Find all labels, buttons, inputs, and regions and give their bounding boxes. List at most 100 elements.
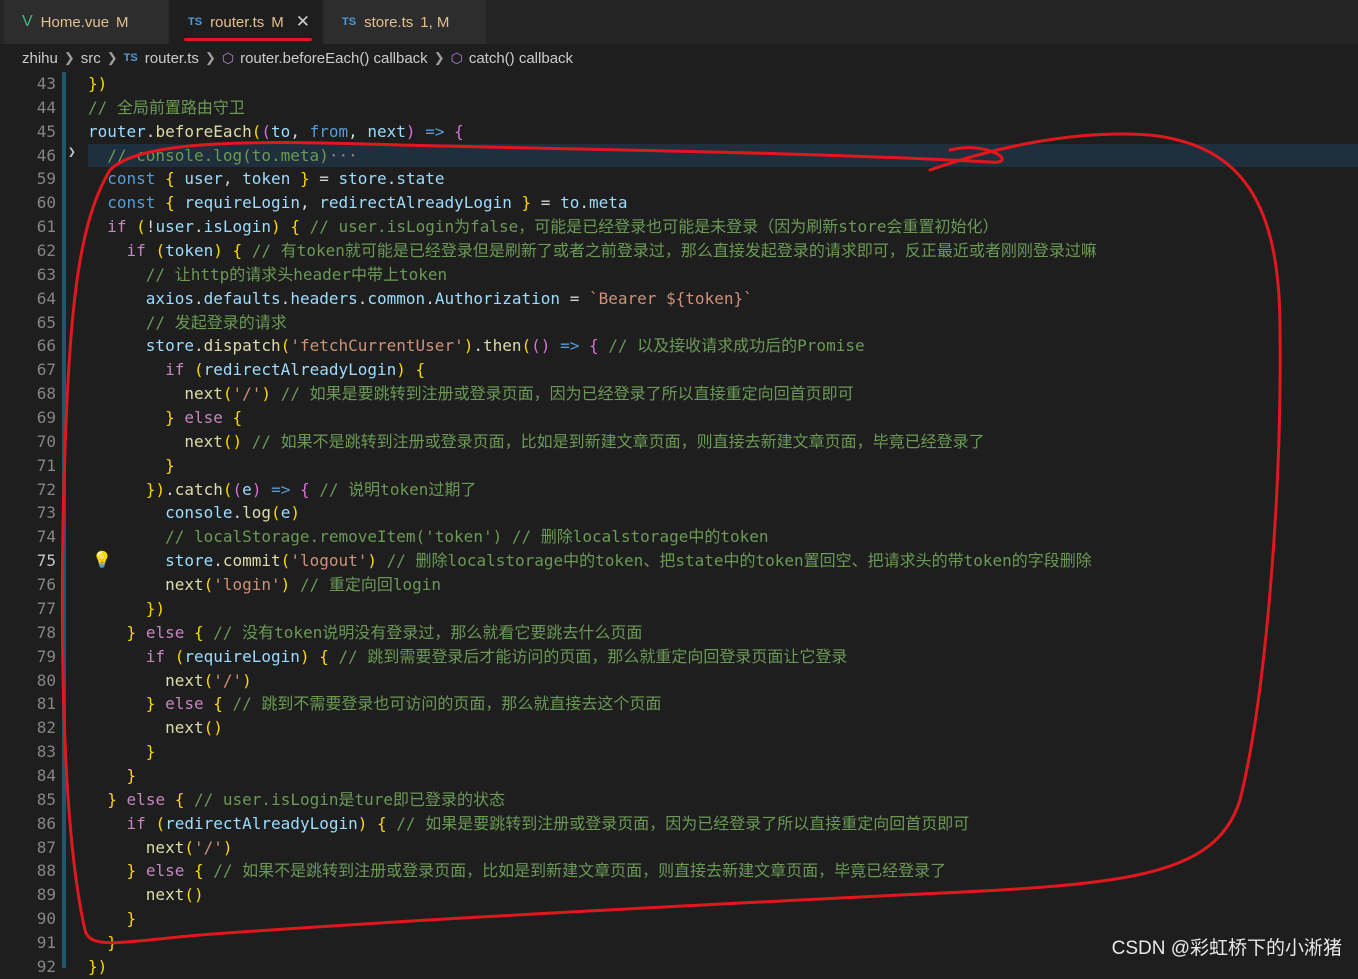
code-line[interactable]: 80 next('/') bbox=[0, 669, 1358, 693]
line-number: 43 bbox=[36, 74, 56, 93]
line-number: 84 bbox=[36, 765, 56, 785]
code-line[interactable]: 87 next('/') bbox=[0, 836, 1358, 860]
code-text: // localStorage.removeItem('token') // 删… bbox=[165, 527, 769, 547]
code-line[interactable]: 68 next('/') // 如果是要跳转到注册或登录页面，因为已经登录了所以… bbox=[0, 382, 1358, 406]
code-text: }) bbox=[145, 598, 166, 618]
code-text: axios.defaults.headers.common.Authorizat… bbox=[145, 288, 753, 308]
line-number: 71 bbox=[36, 455, 56, 475]
code-line[interactable]: 61 if (!user.isLogin) { // user.isLogin为… bbox=[0, 215, 1358, 239]
method-cube-icon: ⬡ bbox=[221, 49, 235, 66]
breadcrumb-symbol[interactable]: catch() callback bbox=[469, 50, 573, 67]
line-number: 61 bbox=[36, 217, 56, 237]
typescript-icon: TS bbox=[188, 16, 203, 28]
line-number: 45 bbox=[36, 121, 56, 141]
code-line[interactable]: 64 axios.defaults.headers.common.Authori… bbox=[0, 287, 1358, 311]
code-text: if (redirectAlreadyLogin) { // 如果是要跳转到注册… bbox=[126, 813, 970, 833]
code-line[interactable]: 89 next() bbox=[0, 883, 1358, 907]
code-line[interactable]: 46 // console.log(to.meta)··· bbox=[0, 143, 1358, 168]
line-number: 83 bbox=[36, 742, 56, 762]
code-line[interactable]: 70 next() // 如果不是跳转到注册或登录页面，比如是到新建文章页面，则… bbox=[0, 430, 1358, 454]
code-line[interactable]: 74 // localStorage.removeItem('token') /… bbox=[0, 525, 1358, 549]
code-line[interactable]: 66 store.dispatch('fetchCurrentUser').th… bbox=[0, 334, 1358, 358]
code-line[interactable]: 84 } bbox=[0, 764, 1358, 788]
code-text: } else { // 如果不是跳转到注册或登录页面，比如是到新建文章页面，则直… bbox=[126, 861, 947, 881]
line-number: 67 bbox=[36, 360, 56, 380]
tab-home-vue[interactable]: V Home.vue M bbox=[4, 0, 168, 44]
breadcrumb-src[interactable]: src bbox=[81, 50, 101, 67]
code-line[interactable]: 78 } else { // 没有token说明没有登录过，那么就看它要跳去什么… bbox=[0, 621, 1358, 645]
code-text: if (token) { // 有token就可能是已经登录但是刷新了或者之前登… bbox=[126, 241, 1097, 261]
tab-store-ts[interactable]: TS store.ts 1, M bbox=[324, 0, 486, 44]
code-line[interactable]: 79 if (requireLogin) { // 跳到需要登录后才能访问的页面… bbox=[0, 645, 1358, 669]
annotation-underline bbox=[184, 38, 312, 41]
lightbulb-icon[interactable]: 💡 bbox=[92, 550, 112, 569]
chevron-right-icon: ❯ bbox=[63, 50, 75, 65]
line-number: 74 bbox=[36, 527, 56, 547]
code-line[interactable]: 90 } bbox=[0, 907, 1358, 931]
breadcrumb-symbol[interactable]: router.beforeEach() callback bbox=[240, 50, 428, 67]
line-number: 46 bbox=[36, 145, 56, 165]
code-line[interactable]: 44 // 全局前置路由守卫 bbox=[0, 96, 1358, 120]
chevron-right-icon: ❯ bbox=[106, 50, 118, 65]
code-line[interactable]: 72 }).catch((e) => { // 说明token过期了 bbox=[0, 478, 1358, 502]
line-number: 60 bbox=[36, 193, 56, 213]
code-line[interactable]: 60 const { requireLogin, redirectAlready… bbox=[0, 191, 1358, 215]
code-line[interactable]: 73 console.log(e) bbox=[0, 501, 1358, 525]
code-text: }) bbox=[88, 74, 108, 93]
code-line[interactable]: 65 // 发起登录的请求 bbox=[0, 311, 1358, 335]
code-text: if (redirectAlreadyLogin) { bbox=[165, 360, 426, 380]
code-line[interactable]: 45 router.beforeEach((to, from, next) => … bbox=[0, 120, 1358, 144]
line-number: 80 bbox=[36, 670, 56, 690]
breadcrumb-file[interactable]: router.ts bbox=[145, 50, 199, 67]
code-editor[interactable]: 43}) 44// 全局前置路由守卫 45 router.beforeEach((to… bbox=[0, 72, 1358, 976]
code-line[interactable]: 71 } bbox=[0, 454, 1358, 478]
code-line[interactable]: 77 }) bbox=[0, 597, 1358, 621]
code-line[interactable]: 63 // 让http的请求头header中带上token bbox=[0, 263, 1358, 287]
modified-badge: M bbox=[116, 13, 129, 31]
code-line[interactable]: 43}) bbox=[0, 72, 1358, 96]
code-text: } bbox=[107, 932, 117, 952]
line-number: 75 bbox=[36, 551, 56, 571]
line-number: 89 bbox=[36, 885, 56, 905]
code-line[interactable]: 86 if (redirectAlreadyLogin) { // 如果是要跳转… bbox=[0, 812, 1358, 836]
code-text: // console.log(to.meta)··· bbox=[107, 145, 358, 165]
code-text: } bbox=[126, 909, 137, 929]
code-text: // 全局前置路由守卫 bbox=[88, 97, 245, 117]
code-text: // 发起登录的请求 bbox=[145, 312, 287, 332]
code-line[interactable]: 76 next('login') // 重定向回login bbox=[0, 573, 1358, 597]
code-text: next('login') // 重定向回login bbox=[165, 575, 442, 595]
code-line[interactable]: 83 } bbox=[0, 740, 1358, 764]
code-line[interactable]: 75 store.commit('logout') // 删除localstor… bbox=[0, 549, 1358, 573]
code-line[interactable]: 85 } else { // user.isLogin是ture即已登录的状态 bbox=[0, 788, 1358, 812]
modified-badge: M bbox=[271, 13, 284, 31]
line-number: 82 bbox=[36, 718, 56, 738]
tab-label: store.ts bbox=[364, 13, 414, 31]
code-line[interactable]: 62 if (token) { // 有token就可能是已经登录但是刷新了或者… bbox=[0, 239, 1358, 263]
code-line[interactable]: 88 } else { // 如果不是跳转到注册或登录页面，比如是到新建文章页面… bbox=[0, 859, 1358, 883]
code-line[interactable]: 69 } else { bbox=[0, 406, 1358, 430]
line-number: 86 bbox=[36, 813, 56, 833]
code-line[interactable]: 82 next() bbox=[0, 716, 1358, 740]
code-text: next('/') bbox=[165, 670, 252, 690]
code-text: store.commit('logout') // 删除localstorage… bbox=[165, 551, 1092, 571]
code-line[interactable]: 81 } else { // 跳到不需要登录也可访问的页面，那么就直接去这个页面 bbox=[0, 692, 1358, 716]
code-text: } else { // 跳到不需要登录也可访问的页面，那么就直接去这个页面 bbox=[145, 694, 662, 714]
line-number: 79 bbox=[36, 646, 56, 666]
code-text: const { user, token } = store.state bbox=[107, 169, 445, 189]
line-number: 73 bbox=[36, 503, 56, 523]
line-number: 44 bbox=[36, 97, 56, 117]
line-number: 69 bbox=[36, 408, 56, 428]
vue-icon: V bbox=[22, 13, 33, 30]
code-line[interactable]: 59 const { user, token } = store.state bbox=[0, 167, 1358, 191]
fold-chevron-icon[interactable]: ❯ bbox=[68, 145, 76, 160]
breadcrumb-folder[interactable]: zhihu bbox=[22, 50, 58, 67]
code-text: }).catch((e) => { // 说明token过期了 bbox=[145, 479, 477, 499]
typescript-icon: TS bbox=[123, 52, 138, 64]
line-number: 59 bbox=[36, 169, 56, 189]
watermark: CSDN @彩虹桥下的小淅猪 bbox=[1111, 938, 1342, 959]
code-line[interactable]: 67 if (redirectAlreadyLogin) { bbox=[0, 358, 1358, 382]
typescript-icon: TS bbox=[342, 16, 357, 28]
close-icon[interactable]: ✕ bbox=[296, 12, 310, 32]
method-cube-icon: ⬡ bbox=[450, 49, 463, 66]
tab-label: router.ts bbox=[210, 13, 265, 31]
